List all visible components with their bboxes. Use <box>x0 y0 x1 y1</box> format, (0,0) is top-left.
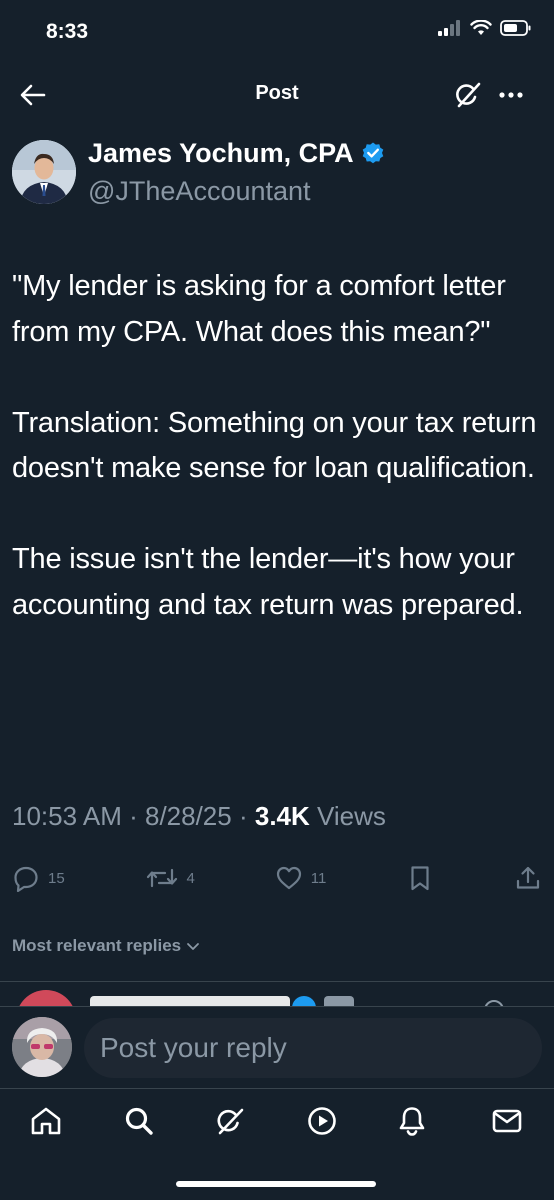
reply-count: 15 <box>48 869 65 887</box>
grok-icon[interactable] <box>213 1104 247 1138</box>
wifi-icon <box>470 20 492 35</box>
messages-icon[interactable] <box>490 1104 524 1138</box>
repost-button[interactable]: 4 <box>145 864 195 892</box>
views-count[interactable]: 3.4K <box>255 801 310 831</box>
tweet-date: 8/28/25 <box>144 801 232 831</box>
bookmark-button[interactable] <box>406 864 434 892</box>
home-indicator <box>176 1181 376 1187</box>
notifications-icon[interactable] <box>395 1104 429 1138</box>
bookmark-icon <box>411 866 429 891</box>
share-button[interactable] <box>514 864 542 892</box>
chevron-down-icon <box>187 943 200 950</box>
tweet-time: 10:53 AM <box>12 801 122 831</box>
grok-icon[interactable] <box>452 79 484 111</box>
share-icon <box>516 866 540 889</box>
reply-input[interactable]: Post your reply <box>84 1018 542 1078</box>
more-options-icon[interactable] <box>496 80 526 110</box>
battery-icon <box>500 20 531 36</box>
video-icon[interactable] <box>305 1104 339 1138</box>
tweet-actions: 15 4 11 <box>12 860 542 896</box>
meta-separator: · <box>129 801 145 831</box>
search-icon[interactable] <box>122 1104 156 1138</box>
author-name-text[interactable]: James Yochum, CPA <box>88 138 354 169</box>
meta-separator: · <box>238 801 255 831</box>
reply-icon <box>14 866 38 892</box>
user-avatar[interactable] <box>12 1017 72 1077</box>
section-divider <box>0 981 554 982</box>
author-handle[interactable]: @JTheAccountant <box>88 176 311 207</box>
verified-badge-icon <box>362 142 383 163</box>
like-button[interactable]: 11 <box>275 864 327 892</box>
home-icon[interactable] <box>29 1104 63 1138</box>
like-count: 11 <box>310 869 327 887</box>
reply-button[interactable]: 15 <box>12 864 65 892</box>
tweet-meta: 10:53 AM · 8/28/25 · 3.4K Views <box>12 801 386 832</box>
author-name[interactable]: James Yochum, CPA <box>88 138 386 169</box>
status-icons <box>438 20 532 36</box>
status-time: 8:33 <box>46 20 89 43</box>
replies-sort-label[interactable]: Most relevant replies <box>12 936 181 956</box>
tweet-text: "My lender is asking for a comfort lette… <box>12 270 537 621</box>
repost-icon <box>146 868 177 888</box>
views-label[interactable]: Views <box>317 801 386 831</box>
heart-icon <box>276 866 301 890</box>
cellular-signal-icon <box>438 20 460 36</box>
author-avatar[interactable] <box>12 140 76 204</box>
replies-sort-dropdown[interactable]: Most relevant replies <box>12 936 201 956</box>
repost-count: 4 <box>186 869 195 887</box>
